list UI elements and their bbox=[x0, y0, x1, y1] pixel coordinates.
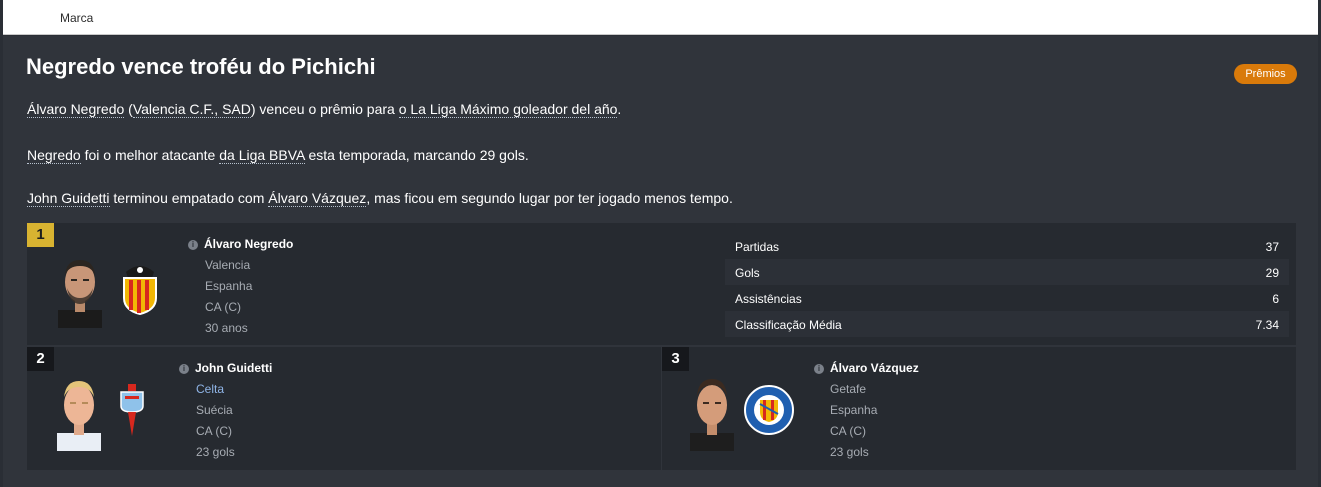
league-link[interactable]: da Liga BBVA bbox=[219, 147, 305, 164]
player-name-vazquez[interactable]: i Álvaro Vázquez bbox=[814, 361, 919, 375]
page-title: Negredo vence troféu do Pichichi bbox=[26, 54, 376, 79]
player-goals: 23 gols bbox=[830, 445, 869, 459]
stat-row-assists: Assistências 6 bbox=[735, 292, 1279, 306]
rank-badge-2: 2 bbox=[27, 347, 54, 371]
player-nation: Espanha bbox=[830, 403, 878, 417]
rank-badge-1: 1 bbox=[27, 223, 54, 247]
player-goals: 23 gols bbox=[196, 445, 235, 459]
news-line-2: Negredo foi o melhor atacante da Liga BB… bbox=[27, 147, 529, 164]
rank-badge-3: 3 bbox=[662, 347, 689, 371]
news-line-3: John Guidetti terminou empatado com Álva… bbox=[27, 190, 733, 207]
player-link-negredo-short[interactable]: Negredo bbox=[27, 147, 81, 164]
news-line-1: Álvaro Negredo (Valencia C.F., SAD) venc… bbox=[27, 101, 622, 118]
valencia-crest-icon[interactable] bbox=[116, 258, 164, 316]
player-club: Valencia bbox=[205, 258, 251, 272]
player-position: CA (C) bbox=[205, 300, 241, 314]
player-nation: Espanha bbox=[205, 279, 253, 293]
player-age: 30 anos bbox=[205, 321, 248, 335]
info-icon[interactable]: i bbox=[814, 364, 824, 374]
info-icon[interactable]: i bbox=[179, 364, 189, 374]
player-club-link[interactable]: Celta bbox=[196, 382, 224, 396]
club-link-valencia[interactable]: Valencia C.F., SAD bbox=[132, 101, 251, 118]
stat-row-matches: Partidas 37 bbox=[735, 240, 1279, 254]
player-position: CA (C) bbox=[830, 424, 866, 438]
category-badge[interactable]: Prêmios bbox=[1234, 64, 1297, 84]
stat-row-rating: Classificação Média 7.34 bbox=[725, 311, 1289, 337]
player-photo-guidetti[interactable] bbox=[55, 375, 103, 451]
player-photo-vazquez[interactable] bbox=[688, 375, 736, 451]
celta-crest-icon[interactable] bbox=[116, 382, 148, 438]
breadcrumb[interactable]: Marca bbox=[60, 11, 93, 25]
player-link-guidetti[interactable]: John Guidetti bbox=[27, 190, 110, 207]
player-link-vazquez[interactable]: Álvaro Vázquez bbox=[268, 190, 367, 207]
player-nation: Suécia bbox=[196, 403, 233, 417]
player-position: CA (C) bbox=[196, 424, 232, 438]
top-bar: Marca bbox=[3, 0, 1318, 35]
getafe-crest-icon[interactable] bbox=[743, 384, 795, 436]
player-link-negredo[interactable]: Álvaro Negredo bbox=[27, 101, 125, 118]
player-name-negredo[interactable]: i Álvaro Negredo bbox=[188, 237, 293, 251]
info-icon[interactable]: i bbox=[188, 240, 198, 250]
player-club: Getafe bbox=[830, 382, 867, 396]
player-photo-negredo[interactable] bbox=[56, 252, 104, 328]
stat-row-goals: Gols 29 bbox=[725, 259, 1289, 285]
award-link[interactable]: o La Liga Máximo goleador del año bbox=[398, 101, 618, 118]
player-name-guidetti[interactable]: i John Guidetti bbox=[179, 361, 272, 375]
